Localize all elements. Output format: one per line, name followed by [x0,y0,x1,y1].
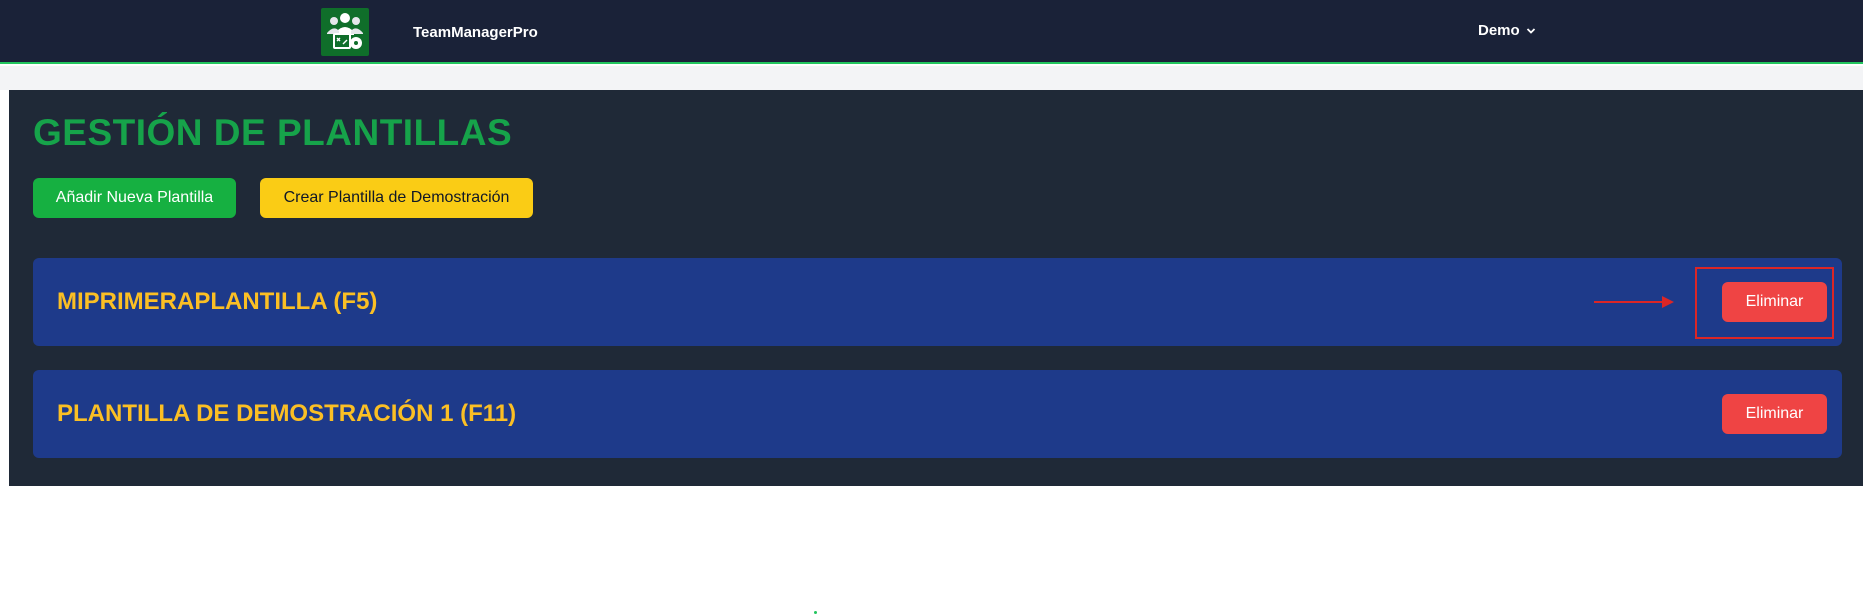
header-spacer [0,66,1863,90]
templates-panel: GESTIÓN DE PLANTILLAS Añadir Nueva Plant… [9,90,1863,486]
template-name: MIPRIMERAPLANTILLA (F5) [57,288,378,315]
app-logo[interactable] [321,8,369,56]
template-name: PLANTILLA DE DEMOSTRACIÓN 1 (F11) [57,400,517,427]
template-card: MIPRIMERAPLANTILLA (F5) Eliminar [33,258,1842,346]
annotation-arrow-icon [1594,296,1674,308]
add-template-button[interactable]: Añadir Nueva Plantilla [33,178,236,218]
stray-dot [814,611,817,614]
team-tactics-icon [327,13,363,49]
top-navbar: TeamManagerPro Demo [0,0,1863,64]
user-menu[interactable]: Demo [1478,22,1536,39]
annotation-highlight-box [1695,267,1834,339]
user-menu-label: Demo [1478,22,1520,39]
create-demo-template-button[interactable]: Crear Plantilla de Demostración [260,178,533,218]
delete-template-button[interactable]: Eliminar [1722,394,1827,434]
app-name[interactable]: TeamManagerPro [413,24,538,41]
page-title: GESTIÓN DE PLANTILLAS [33,112,513,153]
template-card: PLANTILLA DE DEMOSTRACIÓN 1 (F11) Elimin… [33,370,1842,458]
chevron-down-icon [1526,27,1535,34]
